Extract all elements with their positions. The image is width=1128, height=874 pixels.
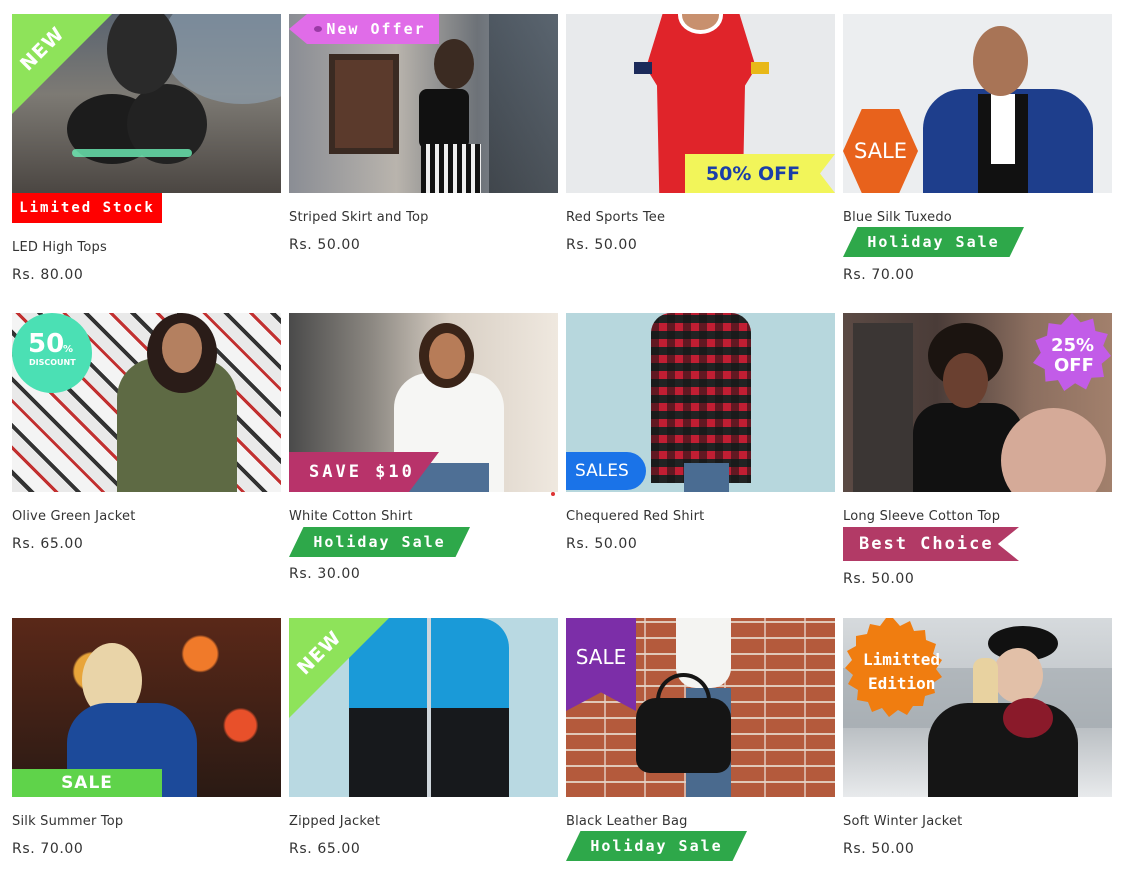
product-grid: NEW Limited Stock LED High Tops Rs. 80.0… [12,14,1112,874]
sale-strip-badge: SALE [12,769,162,797]
product-image[interactable]: Limitted Edition [843,618,1112,797]
product-card[interactable]: Limitted Edition Soft Winter Jacket Rs. … [843,618,1112,857]
product-price: Rs. 70.00 [843,267,915,283]
product-title[interactable]: Red Sports Tee [566,210,665,225]
sale-text: SALE [853,139,908,163]
product-image[interactable]: New Offer [289,14,558,193]
product-price: Rs. 80.00 [12,267,84,283]
indicator-dot [551,492,555,496]
product-image[interactable]: SALE [12,618,281,797]
new-offer-text: New Offer [326,20,426,38]
product-title[interactable]: Long Sleeve Cotton Top [843,509,1000,524]
product-price: Rs. 50.00 [566,237,638,253]
product-card[interactable]: SALE Black Leather Bag Holiday Sale [566,618,835,861]
best-choice-badge: Best Choice [843,527,1019,561]
holiday-sale-badge: Holiday Sale [566,831,747,861]
product-title[interactable]: Olive Green Jacket [12,509,136,524]
product-image[interactable]: 50 % DISCOUNT [12,313,281,492]
product-card[interactable]: NEW Limited Stock LED High Tops Rs. 80.0… [12,14,281,283]
burst-line-2: Edition [868,674,936,693]
product-title[interactable]: Soft Winter Jacket [843,814,962,829]
product-title[interactable]: Black Leather Bag [566,814,688,829]
product-image[interactable]: 50% OFF [566,14,835,193]
product-title[interactable]: Blue Silk Tuxedo [843,210,952,225]
discount-tag: 50% OFF [685,154,835,193]
product-title[interactable]: LED High Tops [12,240,107,255]
sales-text: SALES [575,461,629,481]
sales-tag: SALES [566,452,646,490]
product-title[interactable]: Striped Skirt and Top [289,210,429,225]
product-price: Rs. 50.00 [289,237,361,253]
product-title[interactable]: Silk Summer Top [12,814,123,829]
product-price: Rs. 50.00 [843,571,915,587]
burst-percent: 25% [1051,335,1095,356]
tag-hole-icon [314,26,322,32]
product-card[interactable]: SAVE $10 White Cotton Shirt Holiday Sale… [289,313,558,582]
product-image[interactable]: SALE [843,14,1112,193]
product-price: Rs. 65.00 [289,841,361,857]
discount-number: 50 [28,329,65,359]
product-title[interactable]: White Cotton Shirt [289,509,413,524]
discount-label: DISCOUNT [29,358,76,367]
product-card[interactable]: SALES Chequered Red Shirt Rs. 50.00 [566,313,835,552]
product-price: Rs. 50.00 [566,536,638,552]
sale-ribbon-text: SALE [575,645,627,669]
product-image[interactable]: NEW [289,618,558,797]
product-title[interactable]: Zipped Jacket [289,814,380,829]
product-card[interactable]: 50 % DISCOUNT Olive Green Jacket Rs. 65.… [12,313,281,552]
product-image[interactable]: SAVE $10 [289,313,558,492]
product-card[interactable]: NEW Zipped Jacket Rs. 65.00 [289,618,558,857]
holiday-sale-badge: Holiday Sale [843,227,1024,257]
product-price: Rs. 65.00 [12,536,84,552]
burst-off: OFF [1054,355,1094,376]
best-choice-text: Best Choice [859,534,994,554]
product-price: Rs. 70.00 [12,841,84,857]
product-image[interactable]: SALE [566,618,835,797]
product-price: Rs. 50.00 [843,841,915,857]
limited-stock-badge: Limited Stock [12,193,162,223]
product-card[interactable]: SALE Silk Summer Top Rs. 70.00 [12,618,281,857]
product-card[interactable]: 25% OFF Long Sleeve Cotton Top Best Choi… [843,313,1112,587]
product-card[interactable]: 50% OFF Red Sports Tee Rs. 50.00 [566,14,835,253]
save-text: SAVE $10 [309,462,415,482]
holiday-sale-badge: Holiday Sale [289,527,470,557]
product-card[interactable]: SALE Holiday Sale Blue Silk Tuxedo Rs. 7… [843,14,1112,283]
product-card[interactable]: New Offer Striped Skirt and Top Rs. 50.0… [289,14,558,253]
percent-sign: % [63,344,74,355]
product-image[interactable]: SALES [566,313,835,492]
discount-text: 50% OFF [705,162,801,185]
product-image[interactable]: NEW [12,14,281,193]
product-price: Rs. 30.00 [289,566,361,582]
product-title[interactable]: Chequered Red Shirt [566,509,704,524]
product-image[interactable]: 25% OFF [843,313,1112,492]
new-offer-tag: New Offer [289,14,439,44]
burst-line-1: Limitted [863,650,941,669]
